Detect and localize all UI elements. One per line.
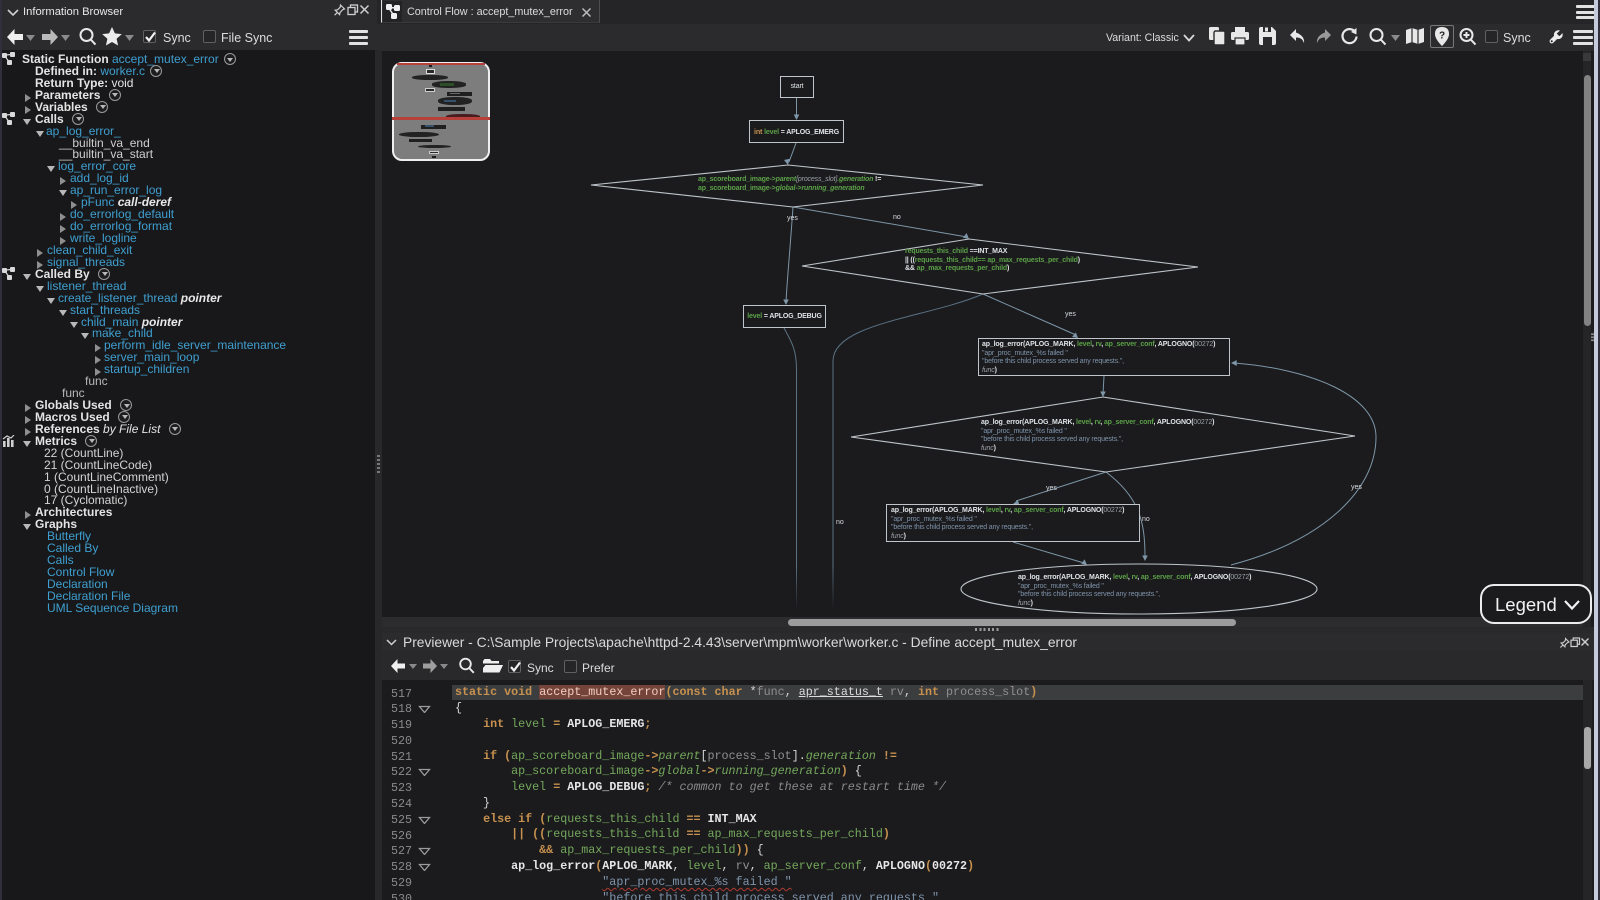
svg-text:?: ? bbox=[1439, 31, 1445, 42]
